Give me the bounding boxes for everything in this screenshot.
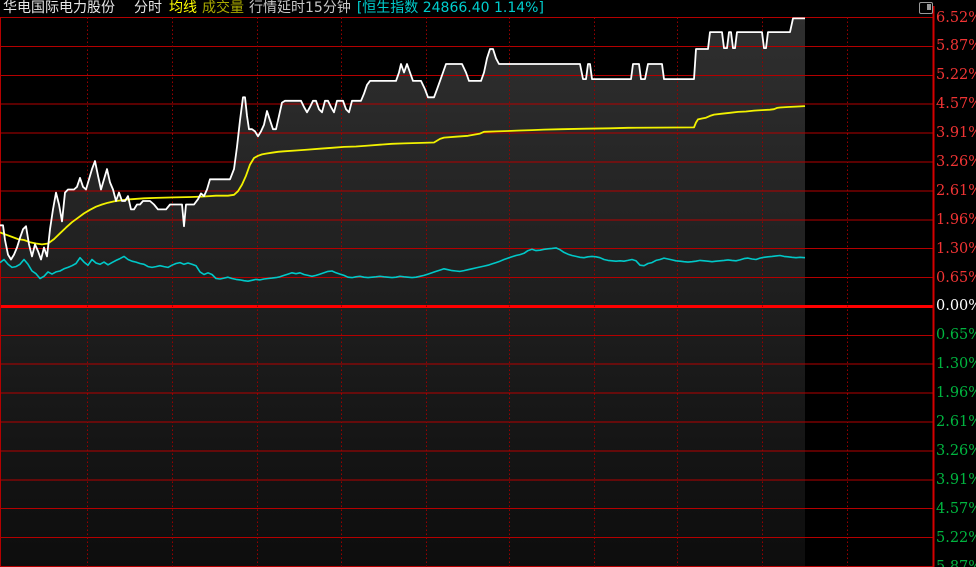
index-quote[interactable]: [恒生指数 24866.40 1.14%] [357, 0, 544, 17]
panel-toggle-icon[interactable] [919, 2, 933, 14]
chart-header: 华电国际电力股份 分时 均线 成交量 行情延时15分钟 [恒生指数 24866.… [0, 0, 976, 17]
delay-notice: 行情延时15分钟 [249, 0, 351, 17]
intraday-plot-area[interactable] [0, 0, 976, 567]
legend-volume-toggle[interactable]: 成交量 [202, 0, 244, 17]
tab-intraday[interactable]: 分时 [134, 0, 162, 17]
stock-app-screen: 华电国际电力股份 分时 均线 成交量 行情延时15分钟 [恒生指数 24866.… [0, 0, 976, 567]
price-fill [0, 18, 805, 567]
stock-title: 华电国际电力股份 [3, 0, 115, 17]
legend-ma-toggle[interactable]: 均线 [169, 0, 197, 17]
